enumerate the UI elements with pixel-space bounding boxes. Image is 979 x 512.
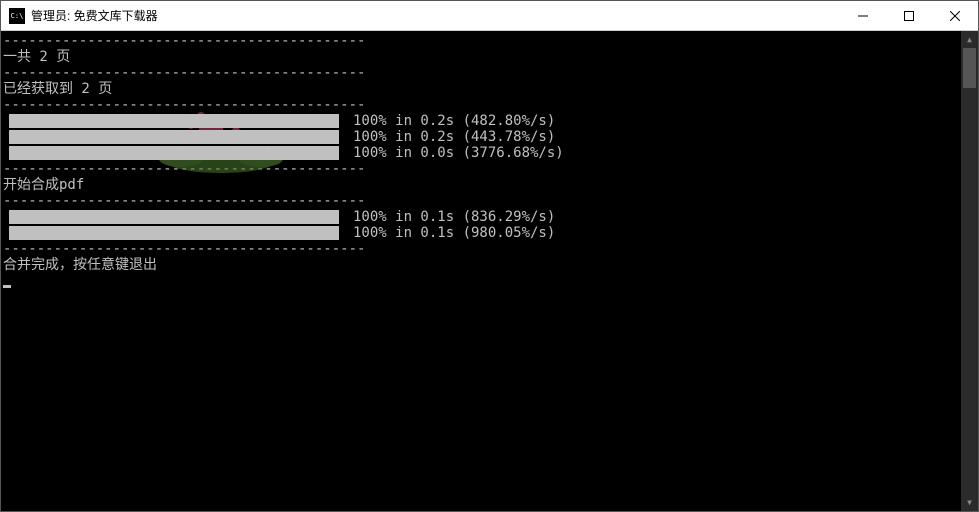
divider: ----------------------------------------… xyxy=(3,97,978,113)
scroll-up-icon[interactable]: ▲ xyxy=(961,31,978,48)
progress-row: | | 100% in 0.1s (980.05%/s) xyxy=(3,225,978,241)
divider: ----------------------------------------… xyxy=(3,241,978,257)
progress-bar xyxy=(9,210,339,224)
scroll-thumb[interactable] xyxy=(963,48,976,88)
cursor xyxy=(3,285,11,288)
fetched-pages-line: 已经获取到 2 页 xyxy=(3,81,978,97)
progress-text: 100% in 0.1s (980.05%/s) xyxy=(353,225,555,241)
console-icon: C:\ xyxy=(9,8,25,24)
divider: ----------------------------------------… xyxy=(3,161,978,177)
progress-bar xyxy=(9,226,339,240)
console-area[interactable]: 小刀娱乐 乐于分享 ------------------------------… xyxy=(1,31,978,511)
scroll-down-icon[interactable]: ▼ xyxy=(961,494,978,511)
compose-pdf-line: 开始合成pdf xyxy=(3,177,978,193)
minimize-button[interactable] xyxy=(840,1,886,31)
divider: ----------------------------------------… xyxy=(3,33,978,49)
progress-text: 100% in 0.2s (482.80%/s) xyxy=(353,113,555,129)
vertical-scrollbar[interactable]: ▲ ▼ xyxy=(961,31,978,511)
scroll-track[interactable] xyxy=(961,48,978,494)
done-line: 合并完成，按任意键退出 xyxy=(3,257,978,273)
progress-row: | | 100% in 0.2s (482.80%/s) xyxy=(3,113,978,129)
close-button[interactable] xyxy=(932,1,978,31)
progress-row: | | 100% in 0.0s (3776.68%/s) xyxy=(3,145,978,161)
divider: ----------------------------------------… xyxy=(3,193,978,209)
progress-bar xyxy=(9,114,339,128)
progress-row: | | 100% in 0.1s (836.29%/s) xyxy=(3,209,978,225)
cursor-line xyxy=(3,273,978,289)
maximize-button[interactable] xyxy=(886,1,932,31)
progress-bar xyxy=(9,146,339,160)
progress-bar xyxy=(9,130,339,144)
progress-text: 100% in 0.2s (443.78%/s) xyxy=(353,129,555,145)
divider: ----------------------------------------… xyxy=(3,65,978,81)
progress-text: 100% in 0.0s (3776.68%/s) xyxy=(353,145,564,161)
progress-text: 100% in 0.1s (836.29%/s) xyxy=(353,209,555,225)
total-pages-line: 一共 2 页 xyxy=(3,49,978,65)
window-title: 管理员: 免费文库下载器 xyxy=(31,7,158,24)
progress-row: | | 100% in 0.2s (443.78%/s) xyxy=(3,129,978,145)
titlebar[interactable]: C:\ 管理员: 免费文库下载器 xyxy=(1,1,978,31)
